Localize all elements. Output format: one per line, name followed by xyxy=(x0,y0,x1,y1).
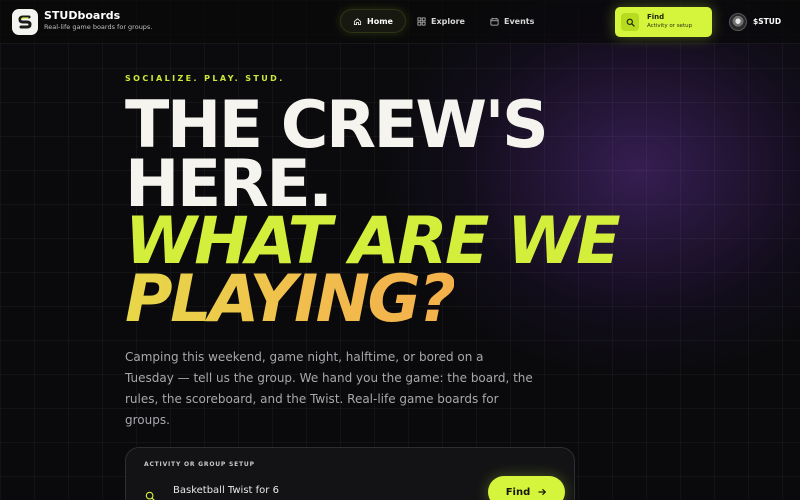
find-button[interactable]: Find xyxy=(488,476,565,500)
arrow-right-icon xyxy=(538,488,547,496)
nav-events-label: Events xyxy=(504,16,535,26)
nav-home-label: Home xyxy=(367,16,393,26)
search-icon xyxy=(626,18,635,27)
find-button-label: Find xyxy=(505,486,531,498)
coin-avatar-icon[interactable] xyxy=(729,13,747,31)
header-find-subtitle: Activity or setup xyxy=(647,23,693,29)
grid-icon xyxy=(417,17,426,25)
top-navbar: STUDboards Real-life game boards for gro… xyxy=(0,0,800,44)
brand-logo[interactable] xyxy=(12,9,38,35)
header-find-icon-box xyxy=(621,13,639,31)
hero-description: Camping this weekend, game night, halfti… xyxy=(125,350,533,427)
headline-line-4: PLAYING? xyxy=(125,262,456,337)
nav-home[interactable]: Home xyxy=(340,9,406,33)
search-input[interactable] xyxy=(173,485,473,496)
header-find-button[interactable]: Find Activity or setup xyxy=(615,7,712,37)
brand-name[interactable]: STUDboards xyxy=(44,9,120,22)
home-icon xyxy=(353,17,362,25)
logo-s-icon xyxy=(18,15,32,29)
brand-tagline: Real-life game boards for groups. xyxy=(44,23,153,31)
nav-explore[interactable]: Explore xyxy=(405,9,477,33)
hero-kicker: SOCIALIZE. PLAY. STUD. xyxy=(125,74,285,83)
search-icon xyxy=(145,487,156,500)
search-card: ACTIVITY OR GROUP SETUP Find xyxy=(125,447,575,500)
user-balance-label[interactable]: $STUD xyxy=(753,17,781,26)
calendar-icon xyxy=(490,17,499,25)
header-find-title: Find xyxy=(647,13,665,21)
search-label: ACTIVITY OR GROUP SETUP xyxy=(144,461,255,468)
nav-events[interactable]: Events xyxy=(478,9,546,33)
nav-explore-label: Explore xyxy=(431,16,465,26)
